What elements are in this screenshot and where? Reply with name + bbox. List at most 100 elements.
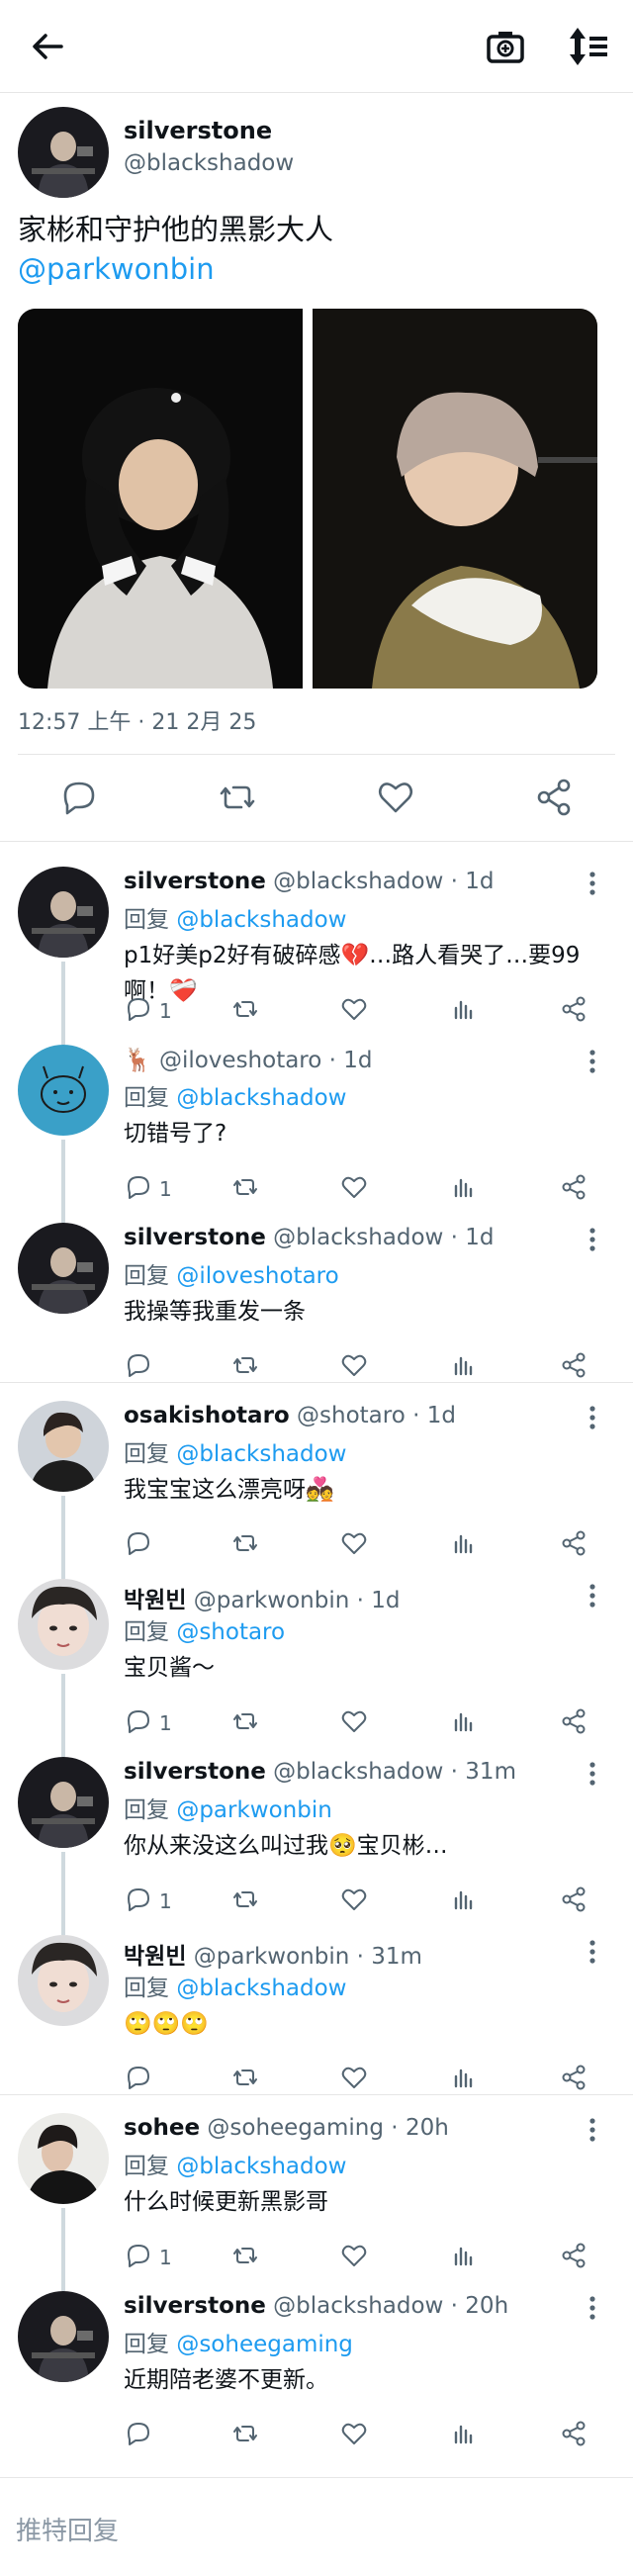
replying-to-handle[interactable]: @iloveshotaro [176,1263,338,1289]
share-action[interactable] [559,1707,588,1739]
replying-to-handle[interactable]: @soheegaming [176,2332,353,2357]
replying-to-handle[interactable]: @blackshadow [176,1441,346,1467]
author-handle[interactable]: @iloveshotaro [159,1048,321,1073]
author-handle[interactable]: @blackshadow [273,1759,443,1785]
reply-icon[interactable] [57,776,101,819]
reply-action[interactable] [124,1529,159,1561]
share-action[interactable] [559,1173,588,1205]
views-action[interactable] [450,1529,480,1561]
views-action[interactable] [450,2420,480,2451]
like-action[interactable] [339,2064,369,2095]
share-icon[interactable] [532,776,576,819]
like-action[interactable] [339,2420,369,2451]
mention-link[interactable]: @parkwonbin [18,249,611,289]
share-action[interactable] [559,2242,588,2273]
replying-to-handle[interactable]: @blackshadow [176,907,346,933]
author-name[interactable]: 🦌 [124,1048,152,1073]
author-name[interactable]: sohee [124,2115,200,2141]
retweet-action[interactable] [230,995,260,1027]
avatar[interactable] [18,107,109,198]
share-action[interactable] [559,2064,588,2095]
more-options-icon[interactable] [586,2295,599,2321]
reply-input[interactable] [16,2512,609,2551]
author-name[interactable]: silverstone [124,1759,266,1785]
replying-to-handle[interactable]: @blackshadow [176,1976,346,2001]
author-handle[interactable]: @soheegaming [207,2115,384,2141]
share-action[interactable] [559,2420,588,2451]
reply-tweet[interactable]: sohee @soheegaming · 20h 回复 @blackshadow 什… [0,2095,633,2291]
reply-action[interactable]: 1 [124,1886,172,1917]
retweet-icon[interactable] [216,776,259,819]
author-handle[interactable]: @parkwonbin [194,1588,350,1613]
more-options-icon[interactable] [586,1405,599,1430]
photo-2[interactable] [313,309,597,689]
author-name[interactable]: osakishotaro [124,1403,290,1428]
replying-to-handle[interactable]: @blackshadow [176,1085,346,1111]
avatar[interactable] [18,1401,109,1492]
retweet-action[interactable] [230,2242,260,2273]
author-name[interactable]: 박원빈 [124,1588,186,1613]
like-action[interactable] [339,1351,369,1383]
retweet-action[interactable] [230,2064,260,2095]
views-action[interactable] [450,2242,480,2273]
avatar[interactable] [18,1935,109,2026]
replying-to-handle[interactable]: @parkwonbin [176,1797,332,1823]
views-action[interactable] [450,1173,480,1205]
author-name[interactable]: silverstone [124,1225,266,1250]
reply-tweet[interactable]: silverstone @blackshadow · 20h 回复 @soheeg… [0,2273,633,2477]
author-name[interactable]: silverstone [124,869,266,894]
author-name[interactable]: silverstone [124,2293,266,2319]
views-action[interactable] [450,1351,480,1383]
reply-action[interactable]: 1 [124,995,172,1027]
like-icon[interactable] [374,776,417,819]
retweet-action[interactable] [230,1886,260,1917]
reply-tweet[interactable]: silverstone @blackshadow · 1d 回复 @blacksh… [0,849,633,1045]
more-options-icon[interactable] [586,2117,599,2143]
share-action[interactable] [559,1529,588,1561]
views-action[interactable] [450,995,480,1027]
share-action[interactable] [559,995,588,1027]
replying-to-handle[interactable]: @blackshadow [176,2154,346,2179]
avatar[interactable] [18,1045,109,1136]
back-arrow-icon[interactable] [24,22,73,71]
reply-action[interactable]: 1 [124,2242,172,2273]
reply-action[interactable] [124,2064,159,2095]
reply-tweet[interactable]: silverstone @blackshadow · 31m 回复 @parkwo… [0,1739,633,1935]
like-action[interactable] [339,1886,369,1917]
retweet-action[interactable] [230,1529,260,1561]
like-action[interactable] [339,1173,369,1205]
author-handle[interactable]: @blackshadow [273,869,443,894]
reply-tweet[interactable]: osakishotaro @shotaro · 1d 回复 @blackshado… [0,1383,633,1579]
avatar[interactable] [18,1223,109,1314]
avatar[interactable] [18,2113,109,2204]
avatar[interactable] [18,1757,109,1848]
author-handle[interactable]: @blackshadow [124,150,294,176]
author-handle[interactable]: @shotaro [297,1403,406,1428]
author-handle[interactable]: @parkwonbin [194,1944,350,1970]
avatar[interactable] [18,1579,109,1670]
photo-1[interactable] [18,309,303,689]
like-action[interactable] [339,1529,369,1561]
author-name[interactable]: silverstone [124,117,272,144]
avatar[interactable] [18,2291,109,2382]
retweet-action[interactable] [230,1173,260,1205]
reply-tweet[interactable]: 박원빈 @parkwonbin · 31m 回复 @blackshadow 🙄🙄🙄 [0,1917,633,2095]
reply-tweet[interactable]: 🦌 @iloveshotaro · 1d 回复 @blackshadow 切错号了?… [0,1027,633,1223]
reply-action[interactable]: 1 [124,1173,172,1205]
camera-icon[interactable] [481,22,530,71]
views-action[interactable] [450,1886,480,1917]
like-action[interactable] [339,995,369,1027]
views-action[interactable] [450,2064,480,2095]
avatar[interactable] [18,867,109,958]
sort-icon[interactable] [564,22,613,71]
more-options-icon[interactable] [586,1939,599,1965]
like-action[interactable] [339,1707,369,1739]
more-options-icon[interactable] [586,871,599,896]
more-options-icon[interactable] [586,1761,599,1787]
views-action[interactable] [450,1707,480,1739]
replying-to-handle[interactable]: @shotaro [176,1619,285,1645]
retweet-action[interactable] [230,1351,260,1383]
more-options-icon[interactable] [586,1583,599,1609]
reply-action[interactable] [124,1351,159,1383]
more-options-icon[interactable] [586,1049,599,1074]
